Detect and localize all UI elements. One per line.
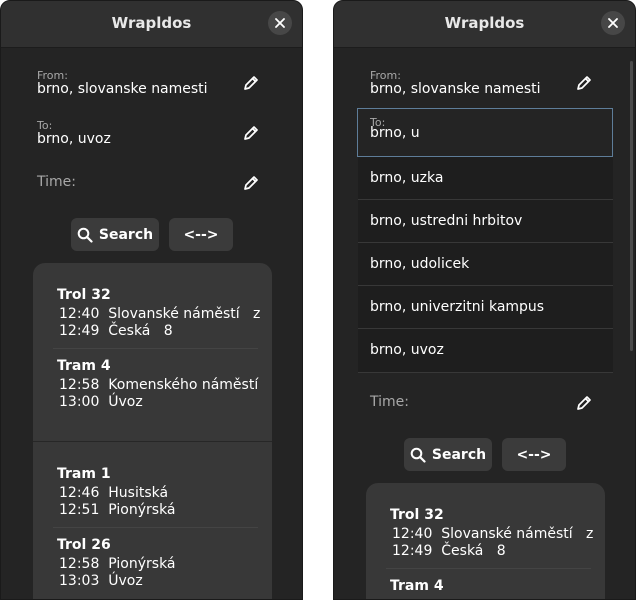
- search-button[interactable]: Search: [71, 218, 159, 251]
- search-button[interactable]: Search: [404, 438, 492, 471]
- leg-line-name: Tram 1: [57, 466, 111, 482]
- app-window-right: Wrapldos From: brno, slovanske namesti T…: [333, 0, 636, 600]
- trip-result[interactable]: Trol 32 12:40 Slovanské náměstí z 12:49 …: [366, 483, 605, 594]
- to-input[interactable]: To: brno, u: [357, 108, 613, 157]
- arrival-stop: Česká 8: [108, 323, 173, 339]
- swap-button[interactable]: <-->: [169, 218, 233, 251]
- suggestion-item[interactable]: brno, ustredni hrbitov: [358, 200, 613, 243]
- to-value: brno, u: [370, 125, 420, 141]
- arrival-time: 12:49: [392, 543, 433, 559]
- pencil-icon: [577, 76, 591, 90]
- time-row[interactable]: Time:: [358, 381, 611, 425]
- departure-time: 12:58: [59, 556, 100, 572]
- time-label: Time:: [370, 394, 409, 410]
- departure-stop: Pionýrská: [108, 556, 176, 572]
- time-row[interactable]: Time:: [25, 161, 278, 205]
- suggestion-item[interactable]: brno, univerzitni kampus: [358, 286, 613, 329]
- arrival-stop: Česká 8: [441, 543, 506, 559]
- from-value: brno, slovanske namesti: [37, 81, 208, 97]
- departure-stop: Slovanské náměstí z: [441, 526, 594, 542]
- edit-from-button[interactable]: [242, 74, 260, 92]
- scrollbar[interactable]: [630, 61, 633, 351]
- edit-time-button[interactable]: [242, 174, 260, 192]
- suggestion-item[interactable]: brno, uzka: [358, 157, 613, 200]
- search-label: Search: [98, 226, 154, 243]
- leg: Trol 26 12:58 Pionýrská 13:03 Úvoz: [33, 537, 272, 589]
- app-title: Wrapldos: [444, 14, 525, 32]
- departure-time: 12:40: [59, 306, 100, 322]
- pencil-icon: [244, 126, 258, 140]
- results-list: Trol 32 12:40 Slovanské náměstí z 12:49 …: [366, 483, 605, 599]
- leg: Tram 4 12:58 Komenského náměstí 13:00 Úv…: [33, 358, 272, 410]
- edit-from-button[interactable]: [575, 74, 593, 92]
- leg-divider: [53, 348, 258, 349]
- arrival-time: 13:03: [59, 573, 100, 589]
- leg-arrival: 13:00 Úvoz: [57, 394, 272, 410]
- leg-arrival: 13:03 Úvoz: [57, 573, 272, 589]
- leg-arrival: 12:49 Česká 8: [57, 323, 272, 339]
- search-icon: [410, 447, 426, 463]
- close-icon: [275, 18, 285, 28]
- time-label: Time:: [37, 174, 76, 190]
- swap-label: <-->: [516, 446, 552, 463]
- departure-time: 12:46: [59, 485, 100, 501]
- to-value: brno, uvoz: [37, 131, 111, 147]
- header-bar: Wrapldos: [1, 1, 302, 48]
- leg-line-name: Trol 32: [390, 507, 444, 523]
- arrival-stop: Pionýrská: [108, 502, 176, 518]
- leg-divider: [386, 568, 591, 569]
- app-title: Wrapldos: [111, 14, 192, 32]
- close-button[interactable]: [268, 11, 292, 35]
- results-list: Trol 32 12:40 Slovanské náměstí z 12:49 …: [33, 263, 272, 599]
- leg: Tram 1 12:46 Husitská 12:51 Pionýrská: [33, 466, 272, 518]
- leg-line-name: Trol 32: [57, 287, 111, 303]
- from-row[interactable]: From: brno, slovanske namesti: [25, 61, 278, 105]
- leg-line-name: Trol 26: [57, 537, 111, 553]
- app-window-left: Wrapldos From: brno, slovanske namesti T…: [0, 0, 303, 600]
- leg-arrival: 12:49 Česká 8: [390, 543, 605, 559]
- arrival-time: 12:51: [59, 502, 100, 518]
- edit-to-button[interactable]: [242, 124, 260, 142]
- suggestion-item[interactable]: brno, uvoz: [358, 329, 613, 373]
- leg-line-name: Tram 4: [390, 578, 444, 594]
- to-row[interactable]: To: brno, uvoz: [25, 111, 278, 155]
- leg-divider: [53, 527, 258, 528]
- swap-label: <-->: [183, 226, 219, 243]
- swap-button[interactable]: <-->: [502, 438, 566, 471]
- departure-stop: Husitská: [108, 485, 169, 501]
- departure-stop: Slovanské náměstí z: [108, 306, 261, 322]
- suggestions-dropdown: brno, uzka brno, ustredni hrbitov brno, …: [358, 157, 613, 373]
- leg-departure: 12:58 Komenského náměstí: [57, 377, 272, 393]
- close-icon: [608, 18, 618, 28]
- header-bar: Wrapldos: [334, 1, 635, 48]
- pencil-icon: [244, 76, 258, 90]
- close-button[interactable]: [601, 11, 625, 35]
- leg: Tram 4: [366, 578, 605, 594]
- leg-arrival: 12:51 Pionýrská: [57, 502, 272, 518]
- arrival-stop: Úvoz: [108, 394, 143, 410]
- pencil-icon: [577, 396, 591, 410]
- arrival-time: 13:00: [59, 394, 100, 410]
- leg-departure: 12:46 Husitská: [57, 485, 272, 501]
- leg-line-name: Tram 4: [57, 358, 111, 374]
- pencil-icon: [244, 176, 258, 190]
- departure-stop: Komenského náměstí: [108, 377, 259, 393]
- from-value: brno, slovanske namesti: [370, 81, 541, 97]
- leg-departure: 12:40 Slovanské náměstí z: [390, 526, 605, 542]
- departure-time: 12:40: [392, 526, 433, 542]
- search-icon: [77, 227, 93, 243]
- arrival-time: 12:49: [59, 323, 100, 339]
- leg: Trol 32 12:40 Slovanské náměstí z 12:49 …: [33, 287, 272, 339]
- search-label: Search: [431, 446, 487, 463]
- trip-result[interactable]: Trol 32 12:40 Slovanské náměstí z 12:49 …: [33, 263, 272, 417]
- suggestion-item[interactable]: brno, udolicek: [358, 243, 613, 286]
- arrival-stop: Úvoz: [108, 573, 143, 589]
- departure-time: 12:58: [59, 377, 100, 393]
- from-row[interactable]: From: brno, slovanske namesti: [358, 61, 611, 105]
- edit-time-button[interactable]: [575, 394, 593, 412]
- leg-departure: 12:40 Slovanské náměstí z: [57, 306, 272, 322]
- leg: Trol 32 12:40 Slovanské náměstí z 12:49 …: [366, 507, 605, 559]
- trip-result[interactable]: Tram 1 12:46 Husitská 12:51 Pionýrská Tr…: [33, 442, 272, 589]
- leg-departure: 12:58 Pionýrská: [57, 556, 272, 572]
